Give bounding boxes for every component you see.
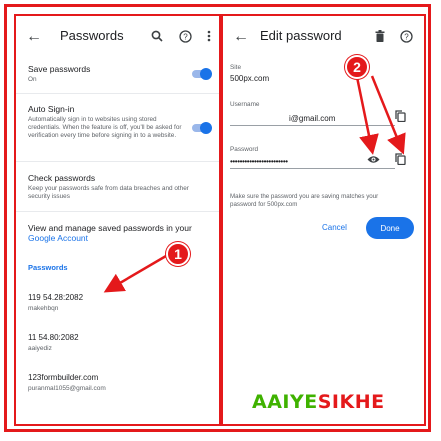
svg-text:?: ? [404,32,409,41]
entry-site: 123formbuilder.com [28,373,99,382]
search-icon[interactable] [148,27,166,45]
auto-signin-toggle[interactable] [192,122,212,134]
svg-text:?: ? [183,32,188,41]
setting-title: Auto Sign-in [28,104,75,114]
passwords-screen: ← Passwords ? Save passwords On Auto Sig… [16,16,219,424]
setting-subtitle: On [28,76,37,83]
edit-password-app-bar: ← Edit password ? [223,16,424,58]
cancel-button[interactable]: Cancel [322,223,347,232]
username-underline [230,125,395,126]
help-icon[interactable]: ? [176,27,194,45]
divider [16,211,219,212]
site-value: 500px.com [230,74,270,83]
password-list-item[interactable]: 119 54.28:2082 makehbqn [28,293,83,312]
password-hint-text: Make sure the password you are saving ma… [230,193,379,208]
show-password-eye-icon[interactable] [364,150,382,168]
edit-password-screen: ← Edit password ? Site 500px.com Usernam… [223,16,424,424]
page-title: Passwords [60,28,124,43]
save-passwords-toggle[interactable] [192,68,212,80]
more-options-icon[interactable] [200,27,218,45]
passwords-app-bar: ← Passwords ? [16,16,219,58]
divider [16,161,219,162]
back-arrow-icon[interactable]: ← [26,28,42,46]
username-label: Username [230,101,260,108]
help-icon[interactable]: ? [397,27,415,45]
setting-auto-signin[interactable]: Auto Sign-in Automatically sign in to we… [28,104,188,140]
setting-check-passwords[interactable]: Check passwords Keep your passwords safe… [28,173,208,201]
password-field[interactable]: •••••••••••••••••••••••• [230,157,288,166]
password-underline [230,168,395,169]
panel-divider [219,16,223,424]
entry-site: 11 54.80:2082 [28,333,79,342]
section-header: Passwords [28,263,68,272]
password-list-item[interactable]: 123formbuilder.com puranmal1055@gmail.co… [28,373,106,392]
site-label: Site [230,64,242,71]
setting-save-passwords[interactable]: Save passwords On [28,64,90,84]
step-badge-2: 2 [345,55,369,79]
password-label: Password [230,146,259,153]
username-field[interactable]: i@gmail.com [289,114,335,123]
setting-title: Save passwords [28,64,91,74]
google-account-link[interactable]: Google Account [28,233,88,243]
manage-text: View and manage saved passwords in your [28,223,192,233]
entry-username: makehbqn [28,305,59,312]
delete-icon[interactable] [371,27,389,45]
setting-subtitle: Automatically sign in to websites using … [28,116,182,139]
divider [16,93,219,94]
entry-site: 119 54.28:2082 [28,293,84,302]
page-title: Edit password [260,28,342,43]
copy-username-icon[interactable] [391,107,409,125]
password-list-item[interactable]: 11 54.80:2082 aaiyediz [28,333,79,352]
step-badge-1: 1 [166,242,190,266]
setting-title: Check passwords [28,173,96,183]
watermark-logo: AAIYESIKHE [252,391,385,413]
back-arrow-icon[interactable]: ← [233,28,249,46]
copy-password-icon[interactable] [391,150,409,168]
setting-subtitle: Keep your passwords safe from data breac… [28,185,189,200]
entry-username: aaiyediz [28,345,52,352]
entry-username: puranmal1055@gmail.com [28,385,106,392]
manage-passwords-text: View and manage saved passwords in your G… [28,223,218,243]
done-button[interactable]: Done [366,217,414,239]
